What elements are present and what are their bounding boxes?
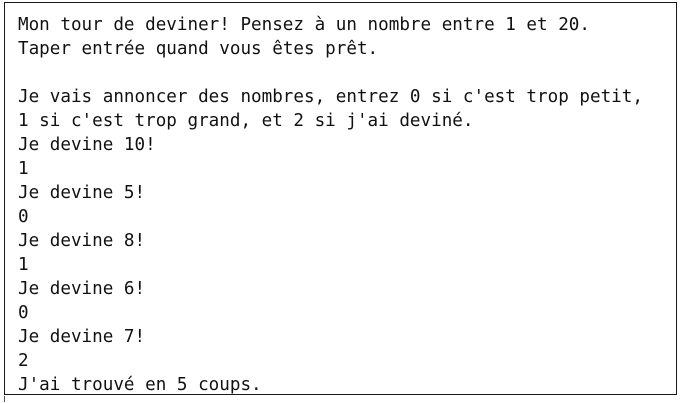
guess-line: Je devine 10! xyxy=(18,135,156,155)
user-response-line: 2 xyxy=(18,351,29,371)
user-response-line: 0 xyxy=(18,303,29,323)
intro-line: Taper entrée quand vous êtes prêt. xyxy=(18,39,379,59)
intro-line: Mon tour de deviner! Pensez à un nombre … xyxy=(18,15,590,35)
console-window: Mon tour de deviner! Pensez à un nombre … xyxy=(4,2,677,395)
user-response-line: 1 xyxy=(18,255,29,275)
user-response-line: 1 xyxy=(18,159,29,179)
instruction-line: Je vais annoncer des nombres, entrez 0 s… xyxy=(18,87,643,107)
guess-line: Je devine 8! xyxy=(18,231,146,251)
user-response-line: 0 xyxy=(18,207,29,227)
guess-line: Je devine 7! xyxy=(18,327,146,347)
frame-edge-mark xyxy=(4,396,5,402)
guess-line: Je devine 5! xyxy=(18,183,146,203)
console-output: Mon tour de deviner! Pensez à un nombre … xyxy=(18,13,643,397)
result-line: J'ai trouvé en 5 coups. xyxy=(18,375,262,395)
instruction-line: 1 si c'est trop grand, et 2 si j'ai devi… xyxy=(18,111,474,131)
guess-line: Je devine 6! xyxy=(18,279,146,299)
